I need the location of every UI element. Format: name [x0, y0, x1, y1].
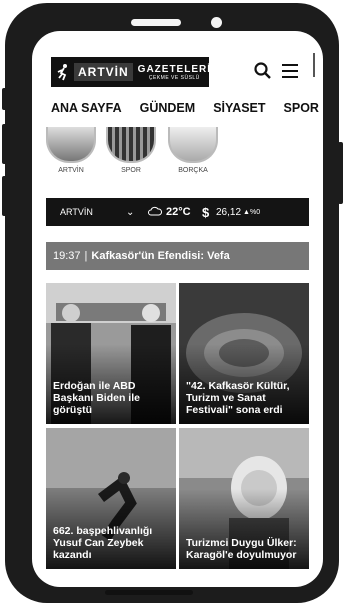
runner-logo-icon — [56, 63, 70, 81]
news-card[interactable]: Turizmci Duygu Ülker: Karagöl'e doyulmuy… — [179, 428, 309, 569]
phone-screen: ARTVİN GAZETELERİ ÇEKME VE SÜSLÜ ANA SAY… — [32, 31, 323, 587]
phone-frame: ARTVİN GAZETELERİ ÇEKME VE SÜSLÜ ANA SAY… — [5, 3, 339, 603]
up-arrow-icon: ▲ — [243, 208, 250, 216]
news-card[interactable]: "42. Kafkasör Kültür, Turizm ve Sanat Fe… — [179, 283, 309, 424]
news-grid: Erdoğan ile ABD Başkanı Biden ile görüşt… — [46, 283, 309, 569]
story-artvin[interactable]: ARTVİN — [46, 127, 96, 174]
story-thumbnail — [46, 127, 96, 163]
news-title: 662. başpehlivanlığı Yusuf Can Zeybek ka… — [53, 525, 153, 561]
scroll-indicator — [313, 53, 315, 77]
news-card[interactable]: 662. başpehlivanlığı Yusuf Can Zeybek ka… — [46, 428, 176, 569]
story-borcka[interactable]: BORÇKA — [168, 127, 218, 174]
phone-speaker — [131, 19, 181, 26]
nav-item-siyaset[interactable]: SİYASET — [213, 101, 265, 115]
news-title: "42. Kafkasör Kültür, Turizm ve Sanat Fe… — [186, 380, 290, 416]
chevron-down-icon[interactable]: ⌄ — [126, 207, 148, 218]
news-title: Turizmci Duygu Ülker: Karagöl'e doyulmuy… — [186, 537, 297, 561]
nav-item-gundem[interactable]: GÜNDEM — [140, 101, 196, 115]
story-label: ARTVİN — [58, 167, 84, 174]
city-select[interactable]: ARTVİN — [60, 207, 126, 217]
story-label: SPOR — [121, 167, 141, 174]
ticker-separator: | — [84, 250, 88, 262]
rate-change: ▲%0 — [243, 209, 260, 216]
dollar-icon: $ — [202, 204, 210, 220]
logo-subtitle: GAZETELERİ ÇEKME VE SÜSLÜ — [138, 64, 211, 81]
exchange-rate: 26,12 — [216, 206, 242, 218]
story-bar: ARTVİN SPOR BORÇKA — [32, 127, 323, 177]
logo-name: ARTVİN — [74, 63, 133, 81]
story-label: BORÇKA — [178, 167, 208, 174]
logo-tagline: ÇEKME VE SÜSLÜ — [148, 74, 200, 81]
phone-camera — [211, 17, 222, 28]
nav-item-spor[interactable]: SPOR — [284, 101, 319, 115]
news-title: Erdoğan ile ABD Başkanı Biden ile görüşt… — [53, 380, 140, 416]
weather-currency-bar: ARTVİN ⌄ 22°C $ 26,12 ▲%0 — [46, 198, 309, 226]
site-logo[interactable]: ARTVİN GAZETELERİ ÇEKME VE SÜSLÜ — [51, 57, 211, 87]
news-card[interactable]: Erdoğan ile ABD Başkanı Biden ile görüşt… — [46, 283, 176, 424]
cloud-icon — [148, 206, 166, 218]
story-thumbnail — [168, 127, 218, 163]
search-icon[interactable] — [253, 61, 273, 81]
ticker-time: 19:37 — [53, 250, 81, 262]
home-indicator[interactable] — [105, 590, 193, 595]
rate-change-value: %0 — [249, 208, 261, 216]
temperature: 22°C — [166, 206, 191, 218]
hamburger-menu-icon[interactable] — [282, 64, 298, 78]
main-nav: ANA SAYFA GÜNDEM SİYASET SPOR — [51, 101, 323, 115]
story-spor[interactable]: SPOR — [106, 127, 156, 174]
story-thumbnail — [106, 127, 156, 163]
site-header: ARTVİN GAZETELERİ ÇEKME VE SÜSLÜ — [32, 31, 323, 91]
ticker-headline: Kafkasör'ün Efendisi: Vefa — [91, 250, 230, 262]
nav-item-ana-sayfa[interactable]: ANA SAYFA — [51, 101, 122, 115]
breaking-news-ticker[interactable]: 19:37 | Kafkasör'ün Efendisi: Vefa — [46, 242, 309, 270]
logo-title: GAZETELERİ — [137, 63, 212, 75]
